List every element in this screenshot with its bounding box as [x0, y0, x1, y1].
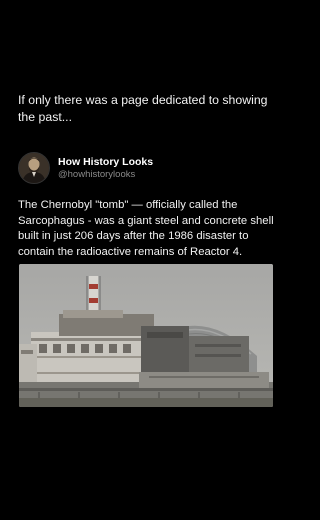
chernobyl-sarcophagus-photo[interactable] [19, 264, 273, 407]
author-avatar[interactable] [18, 152, 50, 184]
portrait-icon [19, 153, 49, 183]
author-name[interactable]: How History Looks [58, 156, 153, 169]
post-caption: If only there was a page dedicated to sh… [18, 93, 268, 124]
post-text: The Chernobyl "tomb" — officially called… [18, 199, 274, 258]
author-handle[interactable]: @howhistorylooks [58, 169, 153, 181]
sarcophagus-image [19, 264, 273, 407]
author-row[interactable]: How History Looks @howhistorylooks [18, 152, 153, 184]
